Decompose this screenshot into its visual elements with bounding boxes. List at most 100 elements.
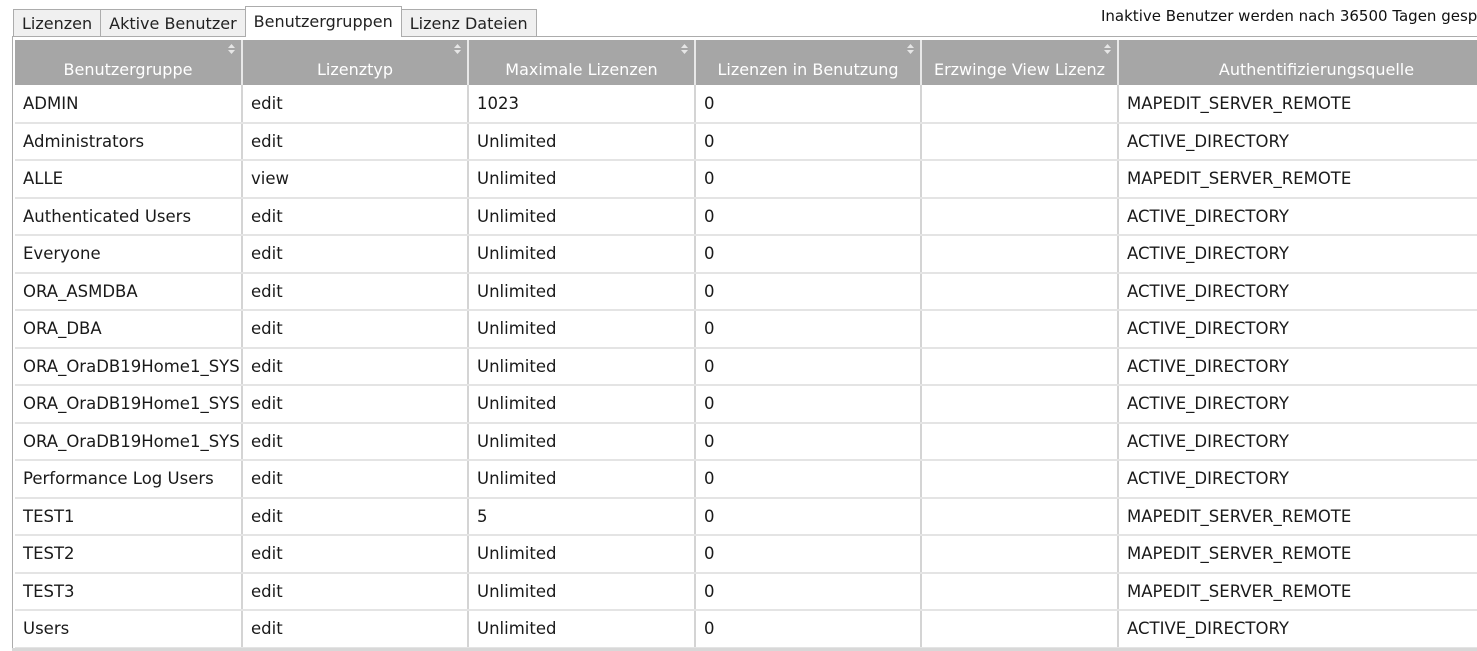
tab-aktive-benutzer[interactable]: Aktive Benutzer — [100, 9, 246, 37]
cell-lizenztyp: edit — [242, 385, 469, 424]
tab-lizenz-dateien[interactable]: Lizenz Dateien — [400, 9, 537, 37]
column-header-label: Authentifizierungsquelle — [1218, 60, 1415, 79]
cell-lizenztyp: edit — [242, 197, 469, 236]
table-row[interactable]: Everyone edit Unlimited 0 ACTIVE_DIRECTORY — [15, 235, 1477, 274]
cell-authentifizierungsquelle: MAPEDIT_SERVER_REMOTE — [1118, 535, 1477, 574]
table-row[interactable]: ORA_OraDB19Home1_SYS edit Unlimited 0 ACTIVE… — [15, 385, 1477, 424]
cell-lizenzen-in-benutzung: 0 — [695, 460, 922, 499]
column-header-maximale-lizenzen[interactable]: Maximale Lizenzen — [468, 40, 696, 85]
cell-benutzergruppe: ORA_OraDB19Home1_SYS — [15, 422, 243, 461]
table-row[interactable]: ORA_OraDB19Home1_SYS edit Unlimited 0 ACTIVE… — [15, 347, 1477, 386]
cell-maximale-lizenzen: Unlimited — [468, 197, 696, 236]
cell-authentifizierungsquelle: MAPEDIT_SERVER_REMOTE — [1118, 85, 1477, 124]
cell-maximale-lizenzen: Unlimited — [468, 535, 696, 574]
cell-maximale-lizenzen: Unlimited — [468, 160, 696, 199]
cell-lizenzen-in-benutzung: 0 — [695, 122, 922, 161]
cell-erzwinge-view-lizenz — [921, 385, 1119, 424]
sort-arrows-icon — [454, 44, 461, 54]
cell-lizenztyp: edit — [242, 460, 469, 499]
cell-authentifizierungsquelle: ACTIVE_DIRECTORY — [1118, 310, 1477, 349]
cell-lizenzen-in-benutzung: 0 — [695, 385, 922, 424]
table-row[interactable]: ORA_ASMDBA edit Unlimited 0 ACTIVE_DIRECTORY — [15, 272, 1477, 311]
cell-lizenzen-in-benutzung: 0 — [695, 610, 922, 649]
table-row[interactable]: ORA_OraDB19Home1_SYS edit Unlimited 0 ACTIVE… — [15, 422, 1477, 461]
column-header-authentifizierungsquelle[interactable]: Authentifizierungsquelle — [1118, 40, 1477, 85]
cell-benutzergruppe: TEST1 — [15, 497, 243, 536]
cell-erzwinge-view-lizenz — [921, 197, 1119, 236]
cell-lizenzen-in-benutzung: 0 — [695, 310, 922, 349]
cell-benutzergruppe: ORA_ASMDBA — [15, 272, 243, 311]
table-row[interactable]: Users edit Unlimited 0 ACTIVE_DIRECTORY — [15, 610, 1477, 649]
cell-erzwinge-view-lizenz — [921, 422, 1119, 461]
cell-maximale-lizenzen: 5 — [468, 497, 696, 536]
cell-maximale-lizenzen: Unlimited — [468, 272, 696, 311]
cell-lizenztyp: edit — [242, 422, 469, 461]
cell-erzwinge-view-lizenz — [921, 535, 1119, 574]
cell-maximale-lizenzen: Unlimited — [468, 610, 696, 649]
column-header-label: Benutzergruppe — [63, 60, 193, 79]
cell-authentifizierungsquelle: ACTIVE_DIRECTORY — [1118, 272, 1477, 311]
cell-erzwinge-view-lizenz — [921, 497, 1119, 536]
table-row[interactable]: ALLE view Unlimited 0 MAPEDIT_SERVER_REMOTE — [15, 160, 1477, 199]
cell-authentifizierungsquelle: MAPEDIT_SERVER_REMOTE — [1118, 572, 1477, 611]
table-row[interactable]: TEST1 edit 5 0 MAPEDIT_SERVER_REMOTE — [15, 497, 1477, 536]
cell-erzwinge-view-lizenz — [921, 235, 1119, 274]
cell-lizenzen-in-benutzung: 0 — [695, 160, 922, 199]
cell-lizenztyp: edit — [242, 535, 469, 574]
cell-erzwinge-view-lizenz — [921, 572, 1119, 611]
cell-lizenzen-in-benutzung: 0 — [695, 272, 922, 311]
cell-authentifizierungsquelle: ACTIVE_DIRECTORY — [1118, 122, 1477, 161]
cell-benutzergruppe: ADMIN — [15, 85, 243, 124]
cell-lizenztyp: edit — [242, 497, 469, 536]
cell-authentifizierungsquelle: ACTIVE_DIRECTORY — [1118, 197, 1477, 236]
cell-erzwinge-view-lizenz — [921, 610, 1119, 649]
cell-lizenzen-in-benutzung: 0 — [695, 572, 922, 611]
table-row[interactable]: Authenticated Users edit Unlimited 0 ACTIVE_… — [15, 197, 1477, 236]
cell-authentifizierungsquelle: ACTIVE_DIRECTORY — [1118, 610, 1477, 649]
table-row[interactable]: ORA_DBA edit Unlimited 0 ACTIVE_DIRECTORY — [15, 310, 1477, 349]
cell-maximale-lizenzen: Unlimited — [468, 572, 696, 611]
cell-authentifizierungsquelle: MAPEDIT_SERVER_REMOTE — [1118, 497, 1477, 536]
inactive-users-notice: Inaktive Benutzer werden nach 36500 Tage… — [1101, 7, 1477, 25]
column-header-lizenzen-in-benutzung[interactable]: Lizenzen in Benutzung — [695, 40, 922, 85]
sort-arrows-icon — [1104, 44, 1111, 54]
cell-lizenzen-in-benutzung: 0 — [695, 197, 922, 236]
cell-benutzergruppe: ORA_OraDB19Home1_SYS — [15, 385, 243, 424]
cell-benutzergruppe: Administrators — [15, 122, 243, 161]
cell-lizenztyp: view — [242, 160, 469, 199]
column-header-label: Erzwinge View Lizenz — [933, 60, 1106, 79]
table-row[interactable]: Administrators edit Unlimited 0 ACTIVE_DIREC… — [15, 122, 1477, 161]
cell-maximale-lizenzen: Unlimited — [468, 235, 696, 274]
table-header-row: Benutzergruppe Lizenztyp Maximale Lizenz… — [15, 40, 1477, 85]
cell-erzwinge-view-lizenz — [921, 310, 1119, 349]
column-header-label: Maximale Lizenzen — [505, 60, 658, 79]
table-row[interactable]: Performance Log Users edit Unlimited 0 ACTIV… — [15, 460, 1477, 499]
cell-maximale-lizenzen: Unlimited — [468, 385, 696, 424]
cell-lizenztyp: edit — [242, 572, 469, 611]
cell-lizenzen-in-benutzung: 0 — [695, 85, 922, 124]
tab-benutzergruppen[interactable]: Benutzergruppen — [244, 6, 402, 37]
sort-arrows-icon — [681, 44, 688, 54]
sort-arrows-icon — [228, 44, 235, 54]
cell-erzwinge-view-lizenz — [921, 160, 1119, 199]
cell-lizenzen-in-benutzung: 0 — [695, 422, 922, 461]
table-row[interactable]: ADMIN edit 1023 0 MAPEDIT_SERVER_REMOTE — [15, 85, 1477, 124]
cell-lizenzen-in-benutzung: 0 — [695, 497, 922, 536]
table-row[interactable]: TEST3 edit Unlimited 0 MAPEDIT_SERVER_REMOTE — [15, 572, 1477, 611]
tab-lizenzen[interactable]: Lizenzen — [13, 9, 102, 37]
cell-benutzergruppe: Users — [15, 610, 243, 649]
cell-erzwinge-view-lizenz — [921, 347, 1119, 386]
table-row[interactable]: TEST2 edit Unlimited 0 MAPEDIT_SERVER_REMOTE — [15, 535, 1477, 574]
cell-maximale-lizenzen: Unlimited — [468, 122, 696, 161]
column-header-benutzergruppe[interactable]: Benutzergruppe — [15, 40, 243, 85]
cell-benutzergruppe: TEST2 — [15, 535, 243, 574]
cell-lizenzen-in-benutzung: 0 — [695, 235, 922, 274]
column-header-erzwinge-view-lizenz[interactable]: Erzwinge View Lizenz — [921, 40, 1119, 85]
cell-lizenztyp: edit — [242, 122, 469, 161]
sort-arrows-icon — [907, 44, 914, 54]
cell-lizenztyp: edit — [242, 610, 469, 649]
cell-lizenztyp: edit — [242, 272, 469, 311]
column-header-label: Lizenzen in Benutzung — [717, 60, 899, 79]
user-groups-table: Benutzergruppe Lizenztyp Maximale Lizenz… — [15, 40, 1477, 649]
column-header-lizenztyp[interactable]: Lizenztyp — [242, 40, 469, 85]
